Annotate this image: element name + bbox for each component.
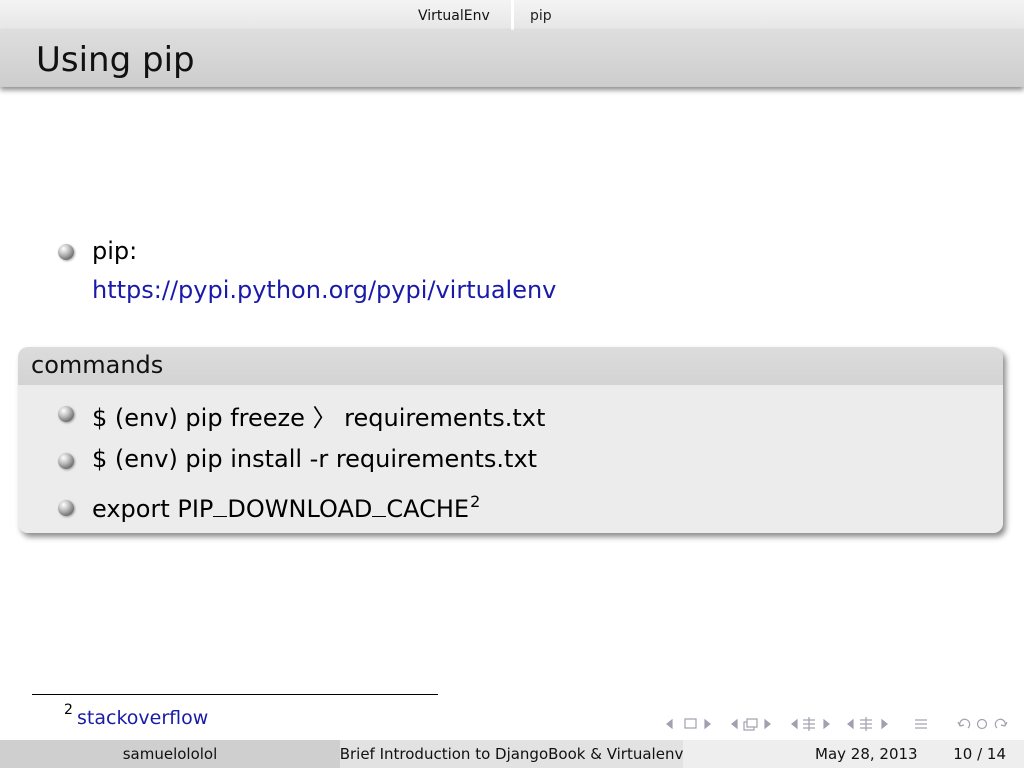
command-item: $ (env) pip install -r requirements.txt: [92, 445, 538, 473]
footer-date-page: May 28, 2013 10 / 14: [683, 740, 1024, 768]
section-tab-virtualenv[interactable]: VirtualEnv: [418, 8, 490, 24]
undo-icon[interactable]: [957, 718, 971, 729]
section-navigation-bar: VirtualEnv pip: [0, 0, 1024, 30]
footnote-rule: [32, 694, 438, 695]
page-number: 10 / 14: [953, 745, 1006, 763]
footline: samuelololol Brief Introduction to Djang…: [0, 740, 1024, 768]
bullet-icon: [58, 244, 74, 260]
search-icon[interactable]: [976, 718, 988, 730]
bullet-icon: [58, 500, 74, 516]
subsection2-icon[interactable]: [860, 717, 872, 731]
subsection-back-icon[interactable]: [731, 718, 738, 730]
footer-author: samuelololol: [0, 740, 340, 768]
underscore-mark: [213, 497, 228, 517]
section-tab-divider: [511, 0, 514, 30]
footnote-link[interactable]: stackoverflow: [77, 707, 208, 729]
footnote-mark: 2: [64, 702, 73, 718]
bullet-icon: [58, 453, 74, 469]
section-forward-icon[interactable]: [823, 718, 830, 730]
section-icon[interactable]: [803, 717, 815, 731]
frame-forward-icon[interactable]: [704, 718, 711, 730]
pypi-link[interactable]: https://pypi.python.org/pypi/virtualenv: [92, 276, 556, 304]
subsection2-forward-icon[interactable]: [881, 718, 888, 730]
frame-icon[interactable]: [684, 718, 697, 729]
subsection2-back-icon[interactable]: [847, 718, 854, 730]
frame-title-bar: Using pip: [0, 30, 1024, 87]
frame-title: Using pip: [36, 40, 195, 80]
block-title-bar: commands: [18, 347, 1003, 385]
footer-title: Brief Introduction to DjangoBook & Virtu…: [340, 740, 683, 768]
presentation-title: Brief Introduction to DjangoBook & Virtu…: [339, 745, 684, 763]
command-text-part: export PIP: [92, 495, 214, 523]
section-tab-pip[interactable]: pip: [530, 8, 552, 24]
section-back-icon[interactable]: [791, 718, 798, 730]
presentation-date: May 28, 2013: [815, 745, 918, 763]
subsection-forward-icon[interactable]: [764, 718, 771, 730]
block-title: commands: [31, 351, 164, 379]
navigation-symbols: [666, 717, 1008, 731]
item-label: pip:: [92, 237, 138, 265]
command-text-part: CACHE: [386, 495, 470, 523]
frame-back-icon[interactable]: [666, 718, 673, 730]
underscore-mark: [372, 497, 387, 517]
redo-icon[interactable]: [994, 718, 1008, 729]
command-text-part: DOWNLOAD: [227, 495, 373, 523]
command-item: $ (env) pip freeze 〉 requirements.txt: [92, 404, 546, 432]
bullet-icon: [58, 406, 74, 422]
command-item: export PIP DOWNLOAD CACHE2: [92, 492, 480, 523]
subsection-icon[interactable]: [743, 718, 758, 731]
footnote-reference[interactable]: 2: [470, 492, 480, 511]
document-icon[interactable]: [915, 719, 927, 729]
author-name: samuelololol: [122, 745, 218, 763]
